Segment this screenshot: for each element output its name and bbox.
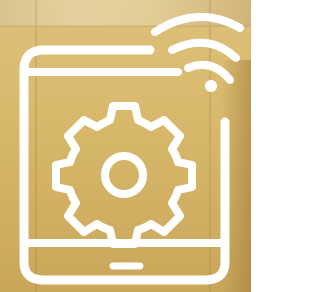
icon-canvas [0,0,251,292]
tablet-settings-wifi-icon [19,13,244,285]
gear-icon [52,102,196,248]
wifi-signal-icon [151,13,244,92]
